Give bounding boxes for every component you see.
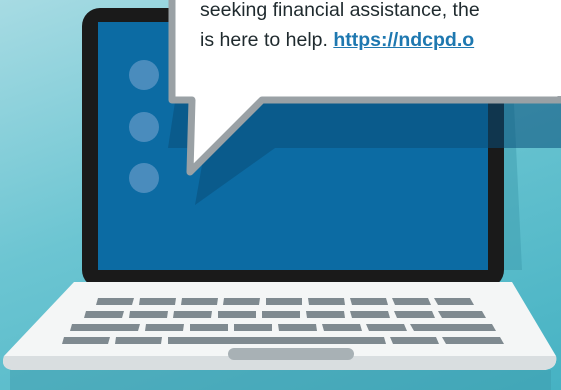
dot-indicator-icon [129,163,159,193]
message-line-1: seeking financial assistance, the [200,0,480,21]
message-text: seeking financial assistance, the is her… [200,0,561,55]
message-line-2: is here to help. https://ndcpd.o [200,25,561,55]
trackpad [228,348,354,360]
resource-link[interactable]: https://ndcpd.o [333,29,474,51]
illustration: seeking financial assistance, the is her… [0,0,561,390]
dot-indicator-icon [129,60,159,90]
message-line-2-text: is here to help. [200,29,334,51]
dot-indicator-icon [129,112,159,142]
deck-shadow [10,370,551,390]
laptop-illustration [3,0,561,390]
